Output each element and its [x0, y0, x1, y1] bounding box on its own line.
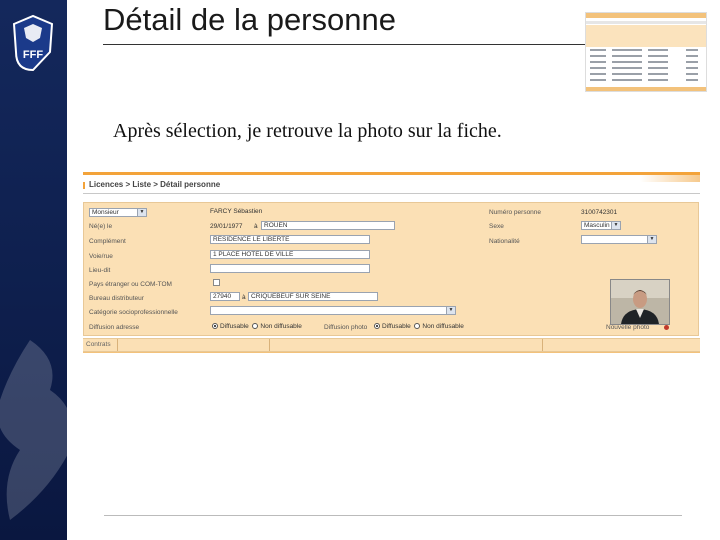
naissance-label: Né(e) le: [89, 223, 113, 230]
sexe-label: Sexe: [489, 223, 504, 230]
birth-place-field[interactable]: ROUEN: [261, 221, 395, 230]
civility-value: Monsieur: [92, 209, 119, 216]
slide-caption: Après sélection, je retrouve la photo su…: [113, 120, 502, 142]
contracts-header-bar: Contrats: [83, 338, 700, 352]
diffusable-radio[interactable]: [212, 323, 218, 330]
rooster-watermark-icon: [0, 340, 67, 520]
sexe-select[interactable]: Masculin ▼: [581, 221, 621, 230]
contracts-tab[interactable]: Contrats: [86, 341, 111, 348]
birth-a: à: [254, 223, 258, 230]
fff-logo-icon: FFF: [12, 14, 54, 72]
chevron-down-icon: ▼: [611, 222, 620, 229]
bureau-a: à: [242, 294, 246, 301]
sexe-value: Masculin: [584, 222, 610, 229]
diffusion-photo-radios: Diffusable Non diffusable: [374, 323, 464, 330]
diffusion-adresse-radios: Diffusable Non diffusable: [212, 323, 302, 330]
breadcrumb-divider: [83, 193, 700, 194]
contracts-divider: [83, 352, 700, 353]
numero-label: Numéro personne: [489, 209, 542, 216]
person-detail-form: Monsieur ▼ FARCY Sébastien Numéro person…: [83, 202, 699, 336]
lieudit-field[interactable]: [210, 264, 370, 273]
diffusion-photo-label: Diffusion photo: [324, 324, 368, 331]
bureau-label: Bureau distributeur: [89, 295, 144, 302]
pays-checkbox[interactable]: [213, 279, 220, 286]
chevron-down-icon: ▼: [647, 236, 656, 243]
page-title: Détail de la personne: [103, 2, 396, 37]
diffusion-label: Diffusion adresse: [89, 324, 140, 331]
list-thumbnail: [585, 12, 707, 92]
complement-field[interactable]: RESIDENCE LE LIBERTE: [210, 235, 370, 244]
footer-rule: [104, 515, 682, 516]
chevron-down-icon: ▼: [137, 209, 146, 216]
nationalite-select[interactable]: ▼: [581, 235, 657, 244]
commune-field[interactable]: CRIQUEBEUF SUR SEINE: [248, 292, 378, 301]
non-diffusable-radio[interactable]: [252, 323, 259, 330]
pays-label: Pays étranger ou COM-TOM: [89, 281, 172, 288]
nationalite-label: Nationalité: [489, 238, 520, 245]
chevron-down-icon: ▼: [446, 307, 455, 314]
breadcrumb-bullet-icon: [83, 182, 85, 189]
nouvelle-photo-icon[interactable]: [664, 325, 669, 330]
birth-date: 29/01/1977: [210, 223, 243, 230]
photo-diffusable-radio[interactable]: [374, 323, 380, 330]
title-underline: [103, 44, 585, 45]
categorie-select[interactable]: ▼: [210, 306, 456, 315]
categorie-label: Catégorie socioprofessionnelle: [89, 309, 178, 316]
person-name: FARCY Sébastien: [210, 208, 263, 215]
person-photo: [610, 279, 670, 325]
lieudit-label: Lieu-dit: [89, 267, 111, 274]
breadcrumb[interactable]: Licences > Liste > Détail personne: [89, 180, 220, 189]
voie-label: Voie/rue: [89, 253, 113, 260]
cp-field[interactable]: 27940: [210, 292, 240, 301]
nouvelle-photo-link[interactable]: Nouvelle photo: [606, 324, 649, 331]
app-screenshot: Licences > Liste > Détail personne Monsi…: [83, 172, 700, 358]
sidebar-band: FFF: [0, 0, 67, 540]
voie-field[interactable]: 1 PLACE HOTEL DE VILLE: [210, 250, 370, 259]
logo-text: FFF: [23, 49, 43, 61]
numero-value: 3100742301: [581, 209, 618, 216]
civility-select[interactable]: Monsieur ▼: [89, 208, 147, 217]
complement-label: Complément: [89, 238, 126, 245]
photo-non-diffusable-radio[interactable]: [414, 323, 421, 330]
